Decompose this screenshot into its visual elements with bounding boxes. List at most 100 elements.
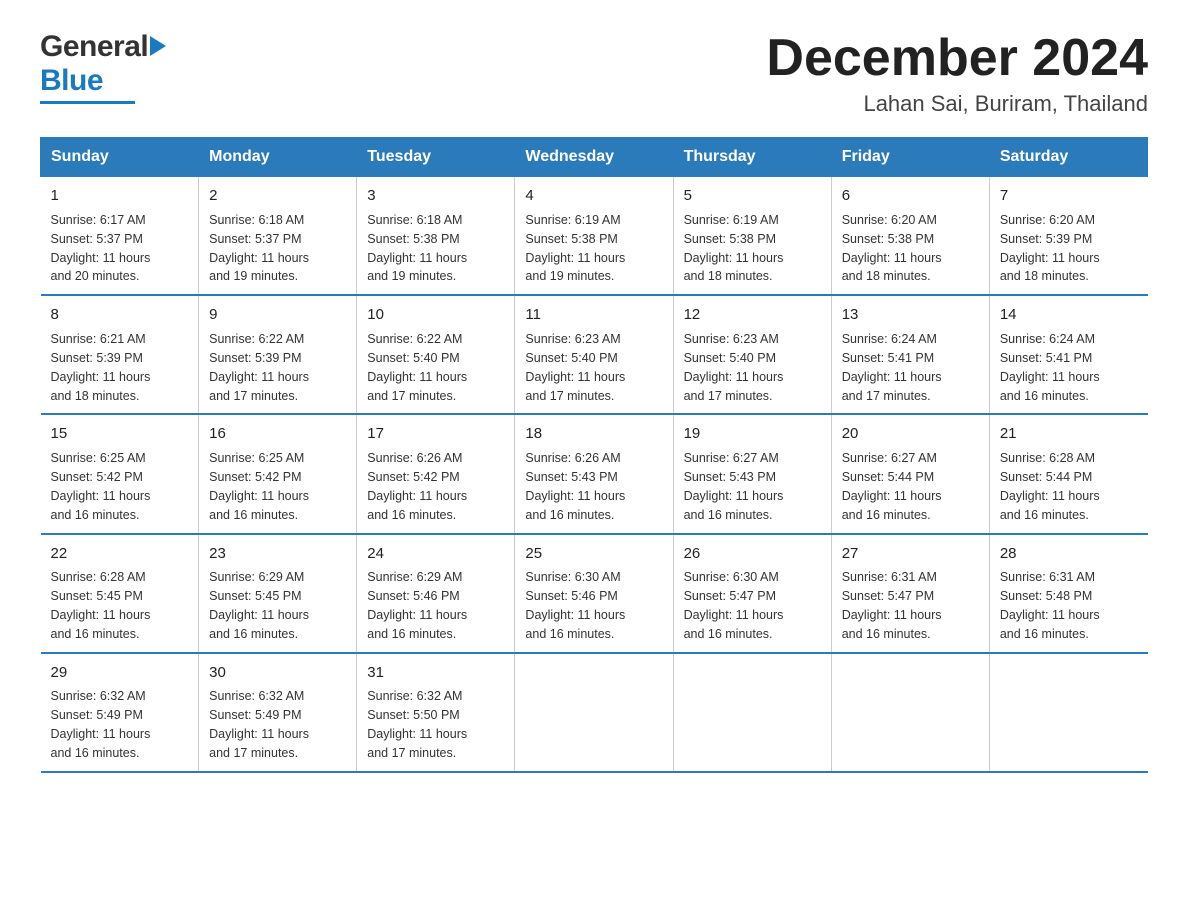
cell-info: Sunrise: 6:26 AMSunset: 5:43 PMDaylight:… [525, 451, 625, 522]
calendar-cell: 5 Sunrise: 6:19 AMSunset: 5:38 PMDaylight… [673, 177, 831, 296]
calendar-cell: 25 Sunrise: 6:30 AMSunset: 5:46 PMDayligh… [515, 534, 673, 653]
cell-info: Sunrise: 6:24 AMSunset: 5:41 PMDaylight:… [1000, 332, 1100, 403]
calendar-cell: 22Sunrise: 6:28 AMSunset: 5:45 PMDayligh… [41, 534, 199, 653]
cell-info: Sunrise: 6:28 AMSunset: 5:44 PMDaylight:… [1000, 451, 1100, 522]
cell-info: Sunrise: 6:19 AMSunset: 5:38 PMDaylight:… [525, 213, 625, 284]
day-number: 5 [684, 185, 821, 207]
day-number: 4 [525, 185, 662, 207]
day-number: 2 [209, 185, 346, 207]
calendar-cell [989, 653, 1147, 772]
calendar-cell: 26 Sunrise: 6:30 AMSunset: 5:47 PMDayligh… [673, 534, 831, 653]
calendar-cell [673, 653, 831, 772]
header-friday: Friday [831, 138, 989, 177]
cell-info: Sunrise: 6:22 AMSunset: 5:40 PMDaylight:… [367, 332, 467, 403]
calendar-cell: 16 Sunrise: 6:25 AMSunset: 5:42 PMDayligh… [199, 414, 357, 533]
calendar-cell: 19Sunrise: 6:27 AMSunset: 5:43 PMDayligh… [673, 414, 831, 533]
day-number: 29 [51, 662, 189, 684]
day-number: 26 [684, 543, 821, 565]
day-number: 1 [51, 185, 189, 207]
calendar-cell: 12 Sunrise: 6:23 AMSunset: 5:40 PMDayligh… [673, 295, 831, 414]
calendar-cell: 4 Sunrise: 6:19 AMSunset: 5:38 PMDaylight… [515, 177, 673, 296]
calendar-cell: 8Sunrise: 6:21 AMSunset: 5:39 PMDaylight… [41, 295, 199, 414]
day-number: 30 [209, 662, 346, 684]
logo-general: General [40, 30, 148, 64]
cell-info: Sunrise: 6:23 AMSunset: 5:40 PMDaylight:… [525, 332, 625, 403]
cell-info: Sunrise: 6:20 AMSunset: 5:39 PMDaylight:… [1000, 213, 1100, 284]
cell-info: Sunrise: 6:31 AMSunset: 5:47 PMDaylight:… [842, 570, 942, 641]
cell-info: Sunrise: 6:21 AMSunset: 5:39 PMDaylight:… [51, 332, 151, 403]
header-thursday: Thursday [673, 138, 831, 177]
cell-info: Sunrise: 6:18 AMSunset: 5:38 PMDaylight:… [367, 213, 467, 284]
calendar-cell: 29 Sunrise: 6:32 AMSunset: 5:49 PMDayligh… [41, 653, 199, 772]
cell-info: Sunrise: 6:22 AMSunset: 5:39 PMDaylight:… [209, 332, 309, 403]
week-row-3: 15 Sunrise: 6:25 AMSunset: 5:42 PMDayligh… [41, 414, 1148, 533]
week-row-4: 22Sunrise: 6:28 AMSunset: 5:45 PMDayligh… [41, 534, 1148, 653]
calendar-cell: 1 Sunrise: 6:17 AMSunset: 5:37 PMDaylight… [41, 177, 199, 296]
day-number: 16 [209, 423, 346, 445]
calendar-cell [515, 653, 673, 772]
cell-info: Sunrise: 6:30 AMSunset: 5:46 PMDaylight:… [525, 570, 625, 641]
day-number: 24 [367, 543, 504, 565]
day-number: 22 [51, 543, 189, 565]
cell-info: Sunrise: 6:25 AMSunset: 5:42 PMDaylight:… [209, 451, 309, 522]
cell-info: Sunrise: 6:29 AMSunset: 5:46 PMDaylight:… [367, 570, 467, 641]
calendar-cell: 30Sunrise: 6:32 AMSunset: 5:49 PMDayligh… [199, 653, 357, 772]
cell-info: Sunrise: 6:17 AMSunset: 5:37 PMDaylight:… [51, 213, 151, 284]
calendar-cell: 14 Sunrise: 6:24 AMSunset: 5:41 PMDayligh… [989, 295, 1147, 414]
calendar-cell: 18Sunrise: 6:26 AMSunset: 5:43 PMDayligh… [515, 414, 673, 533]
calendar-cell: 9 Sunrise: 6:22 AMSunset: 5:39 PMDaylight… [199, 295, 357, 414]
location-label: Lahan Sai, Buriram, Thailand [766, 91, 1148, 117]
cell-info: Sunrise: 6:20 AMSunset: 5:38 PMDaylight:… [842, 213, 942, 284]
cell-info: Sunrise: 6:25 AMSunset: 5:42 PMDaylight:… [51, 451, 151, 522]
calendar-cell: 17 Sunrise: 6:26 AMSunset: 5:42 PMDayligh… [357, 414, 515, 533]
cell-info: Sunrise: 6:26 AMSunset: 5:42 PMDaylight:… [367, 451, 467, 522]
day-number: 25 [525, 543, 662, 565]
page-header: General Blue December 2024 Lahan Sai, Bu… [40, 30, 1148, 117]
day-number: 14 [1000, 304, 1138, 326]
header-wednesday: Wednesday [515, 138, 673, 177]
logo: General Blue [40, 30, 166, 104]
cell-info: Sunrise: 6:18 AMSunset: 5:37 PMDaylight:… [209, 213, 309, 284]
calendar-cell: 21Sunrise: 6:28 AMSunset: 5:44 PMDayligh… [989, 414, 1147, 533]
header-sunday: Sunday [41, 138, 199, 177]
calendar-cell: 2 Sunrise: 6:18 AMSunset: 5:37 PMDaylight… [199, 177, 357, 296]
cell-info: Sunrise: 6:31 AMSunset: 5:48 PMDaylight:… [1000, 570, 1100, 641]
cell-info: Sunrise: 6:19 AMSunset: 5:38 PMDaylight:… [684, 213, 784, 284]
title-section: December 2024 Lahan Sai, Buriram, Thaila… [766, 30, 1148, 117]
calendar-cell: 11 Sunrise: 6:23 AMSunset: 5:40 PMDayligh… [515, 295, 673, 414]
calendar-cell: 27 Sunrise: 6:31 AMSunset: 5:47 PMDayligh… [831, 534, 989, 653]
calendar-header-row: SundayMondayTuesdayWednesdayThursdayFrid… [41, 138, 1148, 177]
day-number: 31 [367, 662, 504, 684]
cell-info: Sunrise: 6:32 AMSunset: 5:49 PMDaylight:… [51, 689, 151, 760]
calendar-cell: 13 Sunrise: 6:24 AMSunset: 5:41 PMDayligh… [831, 295, 989, 414]
day-number: 15 [51, 423, 189, 445]
cell-info: Sunrise: 6:27 AMSunset: 5:44 PMDaylight:… [842, 451, 942, 522]
logo-blue: Blue [40, 64, 103, 97]
cell-info: Sunrise: 6:30 AMSunset: 5:47 PMDaylight:… [684, 570, 784, 641]
cell-info: Sunrise: 6:27 AMSunset: 5:43 PMDaylight:… [684, 451, 784, 522]
calendar-cell: 24 Sunrise: 6:29 AMSunset: 5:46 PMDayligh… [357, 534, 515, 653]
cell-info: Sunrise: 6:23 AMSunset: 5:40 PMDaylight:… [684, 332, 784, 403]
day-number: 11 [525, 304, 662, 326]
day-number: 13 [842, 304, 979, 326]
day-number: 17 [367, 423, 504, 445]
calendar-cell: 7Sunrise: 6:20 AMSunset: 5:39 PMDaylight… [989, 177, 1147, 296]
header-saturday: Saturday [989, 138, 1147, 177]
calendar-table: SundayMondayTuesdayWednesdayThursdayFrid… [40, 137, 1148, 773]
day-number: 12 [684, 304, 821, 326]
header-tuesday: Tuesday [357, 138, 515, 177]
calendar-cell: 28Sunrise: 6:31 AMSunset: 5:48 PMDayligh… [989, 534, 1147, 653]
day-number: 23 [209, 543, 346, 565]
cell-info: Sunrise: 6:24 AMSunset: 5:41 PMDaylight:… [842, 332, 942, 403]
calendar-cell: 20Sunrise: 6:27 AMSunset: 5:44 PMDayligh… [831, 414, 989, 533]
header-monday: Monday [199, 138, 357, 177]
month-title: December 2024 [766, 30, 1148, 87]
week-row-5: 29 Sunrise: 6:32 AMSunset: 5:49 PMDayligh… [41, 653, 1148, 772]
calendar-cell: 23Sunrise: 6:29 AMSunset: 5:45 PMDayligh… [199, 534, 357, 653]
calendar-cell: 31Sunrise: 6:32 AMSunset: 5:50 PMDayligh… [357, 653, 515, 772]
calendar-cell: 3Sunrise: 6:18 AMSunset: 5:38 PMDaylight… [357, 177, 515, 296]
calendar-cell: 6Sunrise: 6:20 AMSunset: 5:38 PMDaylight… [831, 177, 989, 296]
calendar-cell [831, 653, 989, 772]
day-number: 9 [209, 304, 346, 326]
day-number: 27 [842, 543, 979, 565]
